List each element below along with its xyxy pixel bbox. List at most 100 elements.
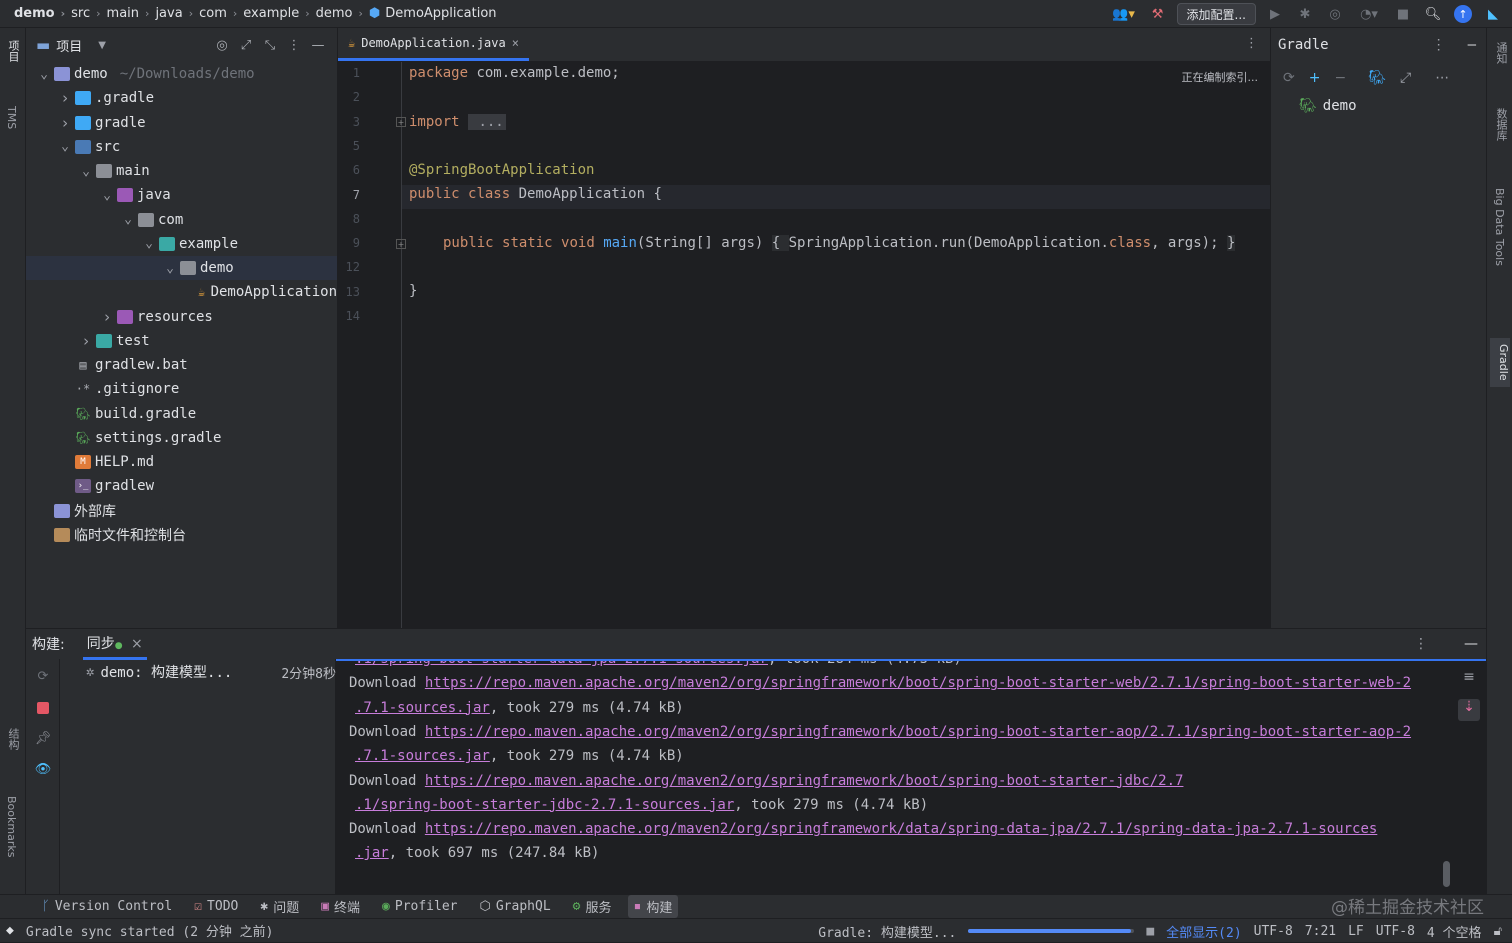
tree-item[interactable]: ·* .gitignore [26,377,337,401]
run-icon[interactable]: ▶ [1264,3,1286,25]
chevron-right-icon[interactable]: › [59,89,71,107]
sync-tab[interactable]: 同步● × [82,628,147,660]
tree-item[interactable]: › test [26,329,337,353]
big-data-tools-tab[interactable]: Big Data Tools [1493,188,1506,266]
chevron-down-icon[interactable]: ⌄ [38,67,50,82]
tool-window-button[interactable]: ▪ 构建 [627,895,679,918]
soft-wrap-icon[interactable]: ≡ [1458,669,1480,691]
tool-window-button[interactable]: ✱ 问题 [254,895,305,918]
remove-icon[interactable]: − [1334,70,1346,86]
reload-icon[interactable]: ⟳ [1283,70,1295,86]
cursor-position[interactable]: 7:21 [1305,924,1336,939]
chevron-down-icon[interactable]: ⌄ [143,236,155,251]
tree-item[interactable]: M HELP.md [26,450,337,474]
more-options-icon[interactable]: ⋮ [285,36,303,54]
collapse-all-icon[interactable]: ⤡ [261,36,279,54]
add-configuration-button[interactable]: 添加配置... [1176,3,1256,25]
lock-icon[interactable]: 🔓︎ [1494,924,1502,939]
tree-item[interactable]: ⌄ com [26,208,337,232]
tool-window-button[interactable]: ☑ TODO [188,897,244,916]
tree-item[interactable]: ▤ gradlew.bat [26,353,337,377]
more-tabs-icon[interactable]: ⋮ [1245,36,1258,51]
breadcrumb-item[interactable]: ⬢ DemoApplication [369,6,497,21]
chevron-right-icon[interactable]: › [80,332,92,350]
users-icon[interactable]: 👥▾ [1109,3,1139,25]
stop-icon[interactable]: ■ [1146,924,1154,939]
code-line[interactable]: package com.example.demo; [409,65,620,81]
plugin-icon[interactable]: ◣ [1482,3,1504,25]
console-link[interactable]: .7.1-sources.jar [355,748,490,764]
hide-panel-icon[interactable]: — [309,36,327,54]
breadcrumb-item[interactable]: main › [107,6,156,21]
code-line[interactable]: public static void main(String[] args) {… [443,235,1236,251]
console-link[interactable]: https://repo.maven.apache.org/maven2/org… [425,821,1377,837]
tree-item[interactable]: › gradle [26,111,337,135]
console-link[interactable]: https://repo.maven.apache.org/maven2/org… [425,675,1411,691]
console-link[interactable]: .jar [355,845,389,861]
chevron-down-icon[interactable]: ⌄ [59,139,71,154]
status-message[interactable]: Gradle sync started (2 分钟 之前) [26,921,274,940]
scroll-to-end-icon[interactable]: ⇣ [1458,699,1480,721]
build-task-row[interactable]: ✲ demo: 构建模型... 2分钟8秒 [86,661,336,683]
chevron-down-icon[interactable]: ⌄ [164,261,176,276]
breadcrumb-item[interactable]: com › [199,6,243,21]
build-console[interactable]: .1/spring-boot-starter-data-jpa-2.7.1-so… [336,659,1486,895]
breadcrumb-item[interactable]: java › [155,6,199,21]
coverage-icon[interactable]: ◎ [1324,3,1346,25]
tree-item[interactable]: ⌄ example [26,232,337,256]
expand-all-icon[interactable]: ⤢ [237,36,255,54]
add-icon[interactable]: + [1309,70,1321,86]
pin-icon[interactable]: 📌︎ [34,729,52,747]
tool-window-button[interactable]: ⬡ GraphQL [474,897,557,916]
eye-icon[interactable]: 👁︎ [34,760,52,778]
console-link[interactable]: .1/spring-boot-starter-jdbc-2.7.1-source… [355,797,734,813]
stop-icon[interactable]: ■ [1392,3,1414,25]
update-icon[interactable]: ↑ [1452,3,1474,25]
breadcrumb-item[interactable]: example › [243,6,315,21]
tree-item[interactable]: ›_ gradlew [26,474,337,498]
expand-icon[interactable]: ⤢ [1400,70,1411,86]
tree-item[interactable]: 🐘︎ build.gradle [26,402,337,426]
tree-item[interactable]: › .gradle [26,86,337,110]
breadcrumb-item[interactable]: src › [71,6,106,21]
close-icon[interactable]: × [131,636,143,652]
tool-window-button[interactable]: ◉ Profiler [376,897,463,916]
hide-panel-icon[interactable]: — [1468,37,1476,53]
project-view-selector[interactable]: 项目 [56,36,82,55]
tree-item[interactable]: 🐘︎ settings.gradle [26,426,337,450]
gradle-tool-tab[interactable]: Gradle [1490,338,1510,387]
chevron-down-icon[interactable]: ⌄ [80,164,92,179]
tree-item[interactable]: 外部库 [26,499,337,523]
code-line[interactable]: public class DemoApplication { [409,186,662,202]
locate-icon[interactable]: ◎ [213,36,231,54]
more-icon[interactable]: ⋯ [1435,70,1449,86]
console-scrollbar[interactable] [1443,861,1450,887]
tool-window-button[interactable]: ▣ 终端 [315,895,366,918]
breadcrumb-item[interactable]: demo › [14,6,71,21]
search-icon[interactable]: 🔍︎ [1422,3,1444,25]
hide-panel-icon[interactable]: — [1464,636,1478,652]
bookmarks-tool-tab[interactable]: Bookmarks [5,796,18,857]
rerun-icon[interactable]: ⟳ [34,667,52,685]
console-link[interactable]: .1/spring-boot-starter-data-jpa-2.7.1-so… [355,661,768,667]
file-encoding[interactable]: UTF-8 [1376,924,1415,939]
console-link[interactable]: https://repo.maven.apache.org/maven2/org… [425,773,1184,789]
chevron-right-icon[interactable]: › [101,308,113,326]
chevron-right-icon[interactable]: › [59,114,71,132]
code-line[interactable]: @SpringBootApplication [409,162,594,178]
tree-item[interactable]: ⌄ java [26,183,337,207]
chevron-down-icon[interactable]: ⌄ [101,188,113,203]
stop-icon[interactable] [34,699,52,717]
tree-item[interactable]: 临时文件和控制台 [26,523,337,547]
code-line[interactable]: import ... [409,114,506,130]
chevron-down-icon[interactable]: ⌄ [122,212,134,227]
more-options-icon[interactable]: ⋮ [1414,636,1428,652]
fold-toggle-icon[interactable]: + [396,117,406,127]
gradle-elephant-icon[interactable]: 🐘︎ [1368,70,1386,86]
structure-tool-tab[interactable]: 结构 [5,728,21,750]
tree-item[interactable]: ⌄ main [26,159,337,183]
editor-tab[interactable]: ☕︎ DemoApplication.java × [338,27,529,61]
notifications-tool-tab[interactable]: 通知 [1493,42,1509,64]
tree-item[interactable]: ☕︎ DemoApplication [26,280,337,304]
indent-indicator[interactable]: 4 个空格 [1427,922,1482,941]
